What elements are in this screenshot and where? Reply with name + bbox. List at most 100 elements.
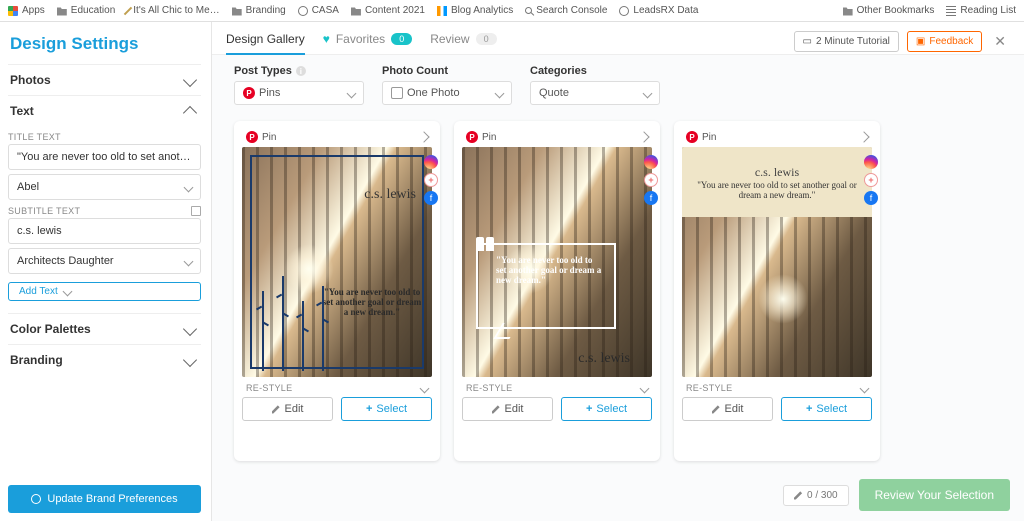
- card-expand-icon[interactable]: [418, 131, 429, 142]
- facebook-icon[interactable]: f: [424, 191, 438, 205]
- top-tabs: Design Gallery ♥ Favorites 0 Review 0 ▭ …: [212, 22, 1024, 55]
- tab-favorites[interactable]: ♥ Favorites 0: [323, 28, 413, 54]
- selection-counter: 0 / 300: [783, 485, 849, 506]
- pencil-icon: [492, 405, 501, 414]
- folder-icon: [57, 6, 67, 16]
- subtitle-text-input[interactable]: [8, 218, 201, 244]
- trash-icon[interactable]: [191, 206, 201, 216]
- tutorial-button[interactable]: ▭ 2 Minute Tutorial: [794, 31, 899, 52]
- share-column: + f: [424, 155, 438, 205]
- facebook-icon[interactable]: f: [644, 191, 658, 205]
- add-platform-icon[interactable]: +: [864, 173, 878, 187]
- add-text-button[interactable]: Add Text: [8, 282, 201, 301]
- bookmark-casa[interactable]: CASA: [298, 5, 339, 16]
- bookmark-other[interactable]: Other Bookmarks: [843, 5, 935, 16]
- restyle-button[interactable]: RE-STYLE: [462, 377, 652, 397]
- card-expand-icon[interactable]: [858, 131, 869, 142]
- bookmark-content2021[interactable]: Content 2021: [351, 5, 425, 16]
- title-text-label: TITLE TEXT: [8, 132, 201, 142]
- select-button[interactable]: +Select: [341, 397, 432, 421]
- tab-design-gallery[interactable]: Design Gallery: [226, 28, 305, 54]
- footer-bar: 0 / 300 Review Your Selection: [212, 473, 1024, 521]
- chevron-down-icon: [184, 182, 194, 192]
- feedback-button[interactable]: ▣ Feedback: [907, 31, 982, 52]
- chevron-down-icon: [183, 353, 197, 367]
- add-platform-icon[interactable]: +: [644, 173, 658, 187]
- title-font-select[interactable]: Abel: [8, 174, 201, 200]
- design-preview[interactable]: c.s. lewis "You are never too old to set…: [242, 147, 432, 377]
- bookmark-apps[interactable]: Apps: [8, 5, 45, 16]
- filters-row: Post Typesi PPins Photo Count One Photo …: [212, 55, 1024, 115]
- edit-button[interactable]: Edit: [462, 397, 553, 421]
- add-platform-icon[interactable]: +: [424, 173, 438, 187]
- instagram-icon[interactable]: [644, 155, 658, 169]
- plus-icon: +: [586, 403, 592, 415]
- section-palettes[interactable]: Color Palettes: [8, 313, 201, 344]
- edit-button[interactable]: Edit: [242, 397, 333, 421]
- instagram-icon[interactable]: [864, 155, 878, 169]
- pin-badge: PPin: [246, 131, 276, 143]
- chevron-down-icon: [62, 287, 72, 297]
- select-button[interactable]: +Select: [781, 397, 872, 421]
- chevron-down-icon: [860, 383, 870, 393]
- section-text[interactable]: Text: [8, 95, 201, 126]
- chevron-up-icon: [183, 106, 197, 120]
- card-expand-icon[interactable]: [638, 131, 649, 142]
- share-column: + f: [864, 155, 878, 205]
- content-area: Design Gallery ♥ Favorites 0 Review 0 ▭ …: [212, 22, 1024, 521]
- facebook-icon[interactable]: f: [864, 191, 878, 205]
- bookmark-leadsrx[interactable]: LeadsRX Data: [619, 5, 698, 16]
- pinterest-icon: P: [246, 131, 258, 143]
- review-selection-button[interactable]: Review Your Selection: [859, 479, 1010, 511]
- info-icon[interactable]: i: [296, 66, 306, 76]
- restyle-button[interactable]: RE-STYLE: [682, 377, 872, 397]
- design-card: PPin + f c.s. lewis "You are never too o…: [674, 121, 880, 461]
- bookmark-education[interactable]: Education: [57, 5, 115, 16]
- design-quote: "You are never too old to set another go…: [496, 255, 604, 285]
- design-gallery: PPin + f c.s. lewis "You are never too o…: [212, 115, 1024, 473]
- edit-button[interactable]: Edit: [682, 397, 773, 421]
- heart-icon: ♥: [323, 32, 330, 46]
- design-preview[interactable]: c.s. lewis "You are never too old to set…: [682, 147, 872, 377]
- design-quote: "You are never too old to set another go…: [696, 180, 858, 200]
- section-branding[interactable]: Branding: [8, 344, 201, 375]
- bookmark-readinglist[interactable]: Reading List: [946, 5, 1016, 16]
- pin-badge: PPin: [466, 131, 496, 143]
- bookmark-chic[interactable]: It's All Chic to Me…: [127, 5, 219, 16]
- chart-icon: [437, 6, 447, 16]
- pin-badge: PPin: [686, 131, 716, 143]
- video-icon: ▭: [803, 36, 812, 47]
- plus-icon: +: [806, 403, 812, 415]
- restyle-button[interactable]: RE-STYLE: [242, 377, 432, 397]
- bookmark-branding[interactable]: Branding: [232, 5, 286, 16]
- categories-dropdown[interactable]: Quote: [530, 81, 660, 105]
- pinterest-icon: P: [243, 87, 255, 99]
- instagram-icon[interactable]: [424, 155, 438, 169]
- subtitle-font-select[interactable]: Architects Daughter: [8, 248, 201, 274]
- design-card: PPin + f "You are never too old to set a…: [454, 121, 660, 461]
- photo-icon: [391, 87, 403, 99]
- title-text-input[interactable]: [8, 144, 201, 170]
- bookmark-bloganalytics[interactable]: Blog Analytics: [437, 5, 513, 16]
- close-button[interactable]: ✕: [990, 33, 1010, 50]
- tab-review[interactable]: Review 0: [430, 28, 496, 54]
- chat-icon: ▣: [916, 36, 925, 47]
- folder-icon: [232, 6, 242, 16]
- globe-icon: [298, 6, 308, 16]
- bookmarks-bar: Apps Education It's All Chic to Me… Bran…: [0, 0, 1024, 22]
- photo-count-dropdown[interactable]: One Photo: [382, 81, 512, 105]
- chevron-down-icon: [420, 383, 430, 393]
- bookmark-searchconsole[interactable]: Search Console: [525, 5, 607, 16]
- plus-icon: +: [366, 403, 372, 415]
- design-author: c.s. lewis: [755, 165, 799, 180]
- favorites-count-badge: 0: [391, 33, 412, 45]
- select-button[interactable]: +Select: [561, 397, 652, 421]
- design-preview[interactable]: "You are never too old to set another go…: [462, 147, 652, 377]
- sidebar: Design Settings Photos Text TITLE TEXT A…: [0, 22, 212, 521]
- pencil-icon: [272, 405, 281, 414]
- post-types-dropdown[interactable]: PPins: [234, 81, 364, 105]
- design-card: PPin + f c.s. lewis "You are never too o…: [234, 121, 440, 461]
- update-brand-button[interactable]: Update Brand Preferences: [8, 485, 201, 513]
- section-photos[interactable]: Photos: [8, 64, 201, 95]
- post-types-label: Post Typesi: [234, 65, 364, 77]
